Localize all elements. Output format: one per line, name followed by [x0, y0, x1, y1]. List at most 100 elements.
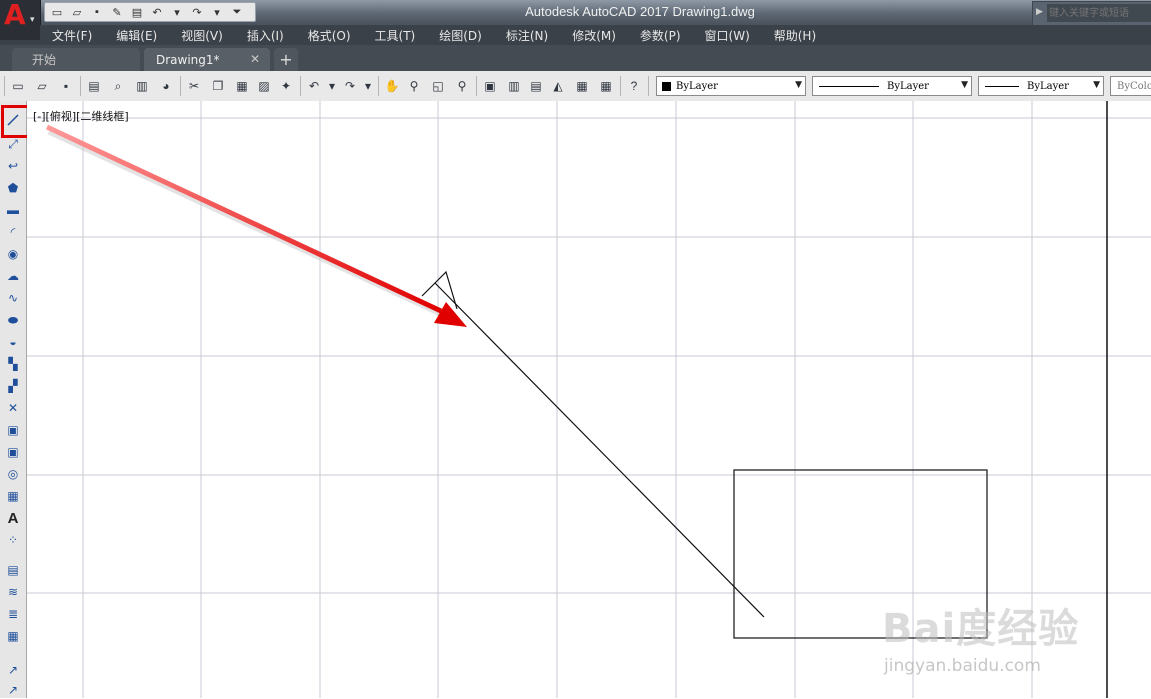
make-block-icon[interactable]: ▞ — [4, 377, 22, 395]
separator — [620, 76, 621, 96]
search-box: ▶ — [1032, 1, 1151, 26]
menu-dimension[interactable]: 标注(N) — [494, 27, 560, 44]
point-icon[interactable]: ✕ — [4, 399, 22, 417]
redo-dropdown-icon[interactable]: ▾ — [208, 4, 226, 20]
copy-icon[interactable]: ❐ — [210, 78, 226, 94]
redo-dropdown-icon[interactable]: ▾ — [360, 78, 376, 94]
undo-dropdown-icon[interactable]: ▾ — [324, 78, 340, 94]
design-center-icon[interactable]: ▥ — [506, 78, 522, 94]
hatch-icon[interactable]: ▣ — [4, 421, 22, 439]
toolbar-grip[interactable] — [4, 76, 5, 96]
zoom-window-icon[interactable]: ◱ — [430, 78, 446, 94]
layer-states-icon[interactable]: ≋ — [4, 583, 22, 601]
viewport-controls-label[interactable]: [-][俯视][二维线框] — [33, 108, 129, 124]
layer-walk-icon[interactable]: ≣ — [4, 605, 22, 623]
tab-drawing1[interactable]: Drawing1* ✕ — [144, 48, 270, 71]
multiline-text-icon[interactable]: A — [4, 509, 22, 527]
new-tab-button[interactable]: + — [274, 48, 298, 71]
menu-insert[interactable]: 插入(I) — [235, 27, 296, 44]
plot-icon[interactable]: ▤ — [128, 4, 146, 20]
rectangle-icon[interactable]: ▬ — [4, 201, 22, 219]
region-icon[interactable]: ◎ — [4, 465, 22, 483]
zoom-realtime-icon[interactable]: ⚲ — [406, 78, 422, 94]
zoom-previous-icon[interactable]: ⚲ — [454, 78, 470, 94]
redo-icon[interactable]: ↷ — [188, 4, 206, 20]
spline-icon[interactable]: ∿ — [4, 289, 22, 307]
menu-parametric[interactable]: 参数(P) — [628, 27, 693, 44]
properties-icon[interactable]: ▣ — [482, 78, 498, 94]
plot-preview-icon[interactable]: ⌕ — [110, 78, 126, 94]
match-properties-icon[interactable]: ▨ — [256, 78, 272, 94]
polyline-icon[interactable]: ↩ — [4, 157, 22, 175]
circle-icon[interactable]: ◉ — [4, 245, 22, 263]
linetype-dropdown[interactable]: ByLayer ▼ — [812, 76, 972, 96]
help-icon[interactable]: ? — [626, 78, 642, 94]
menu-format[interactable]: 格式(O) — [296, 27, 363, 44]
save-icon[interactable]: ▪ — [58, 78, 74, 94]
tool-palettes-icon[interactable]: ▤ — [528, 78, 544, 94]
new-icon[interactable]: ▭ — [10, 78, 26, 94]
file-tab-bar: 开始 Drawing1* ✕ + — [0, 45, 1151, 71]
insert-block-icon[interactable]: ▚ — [4, 355, 22, 373]
menu-tools[interactable]: 工具(T) — [363, 27, 428, 44]
watermark-sub: jingyan.baidu.com — [884, 656, 1041, 676]
undo-dropdown-icon[interactable]: ▾ — [168, 4, 186, 20]
add-selected-icon[interactable]: ⁘ — [4, 531, 22, 549]
chevron-down-icon: ▼ — [1093, 80, 1100, 90]
paste-icon[interactable]: ▦ — [234, 78, 250, 94]
layer-previous-icon[interactable]: ▦ — [4, 627, 22, 645]
undo-icon[interactable]: ↶ — [306, 78, 322, 94]
fillet-icon[interactable]: ↗ — [4, 661, 22, 679]
polygon-icon[interactable]: ⬟ — [4, 179, 22, 197]
ellipse-arc-icon[interactable]: ◒ — [4, 333, 22, 351]
block-editor-icon[interactable]: ✦ — [278, 78, 294, 94]
menu-modify[interactable]: 修改(M) — [560, 27, 628, 44]
open-icon[interactable]: ▱ — [68, 4, 86, 20]
cut-icon[interactable]: ✂ — [186, 78, 202, 94]
menu-file[interactable]: 文件(F) — [40, 27, 104, 44]
pan-icon[interactable]: ✋ — [384, 78, 400, 94]
markup-icon[interactable]: ▦ — [574, 78, 590, 94]
calculator-icon[interactable]: ▦ — [598, 78, 614, 94]
lineweight-sample — [985, 85, 1019, 87]
customize-qat-icon[interactable]: ⏷ — [228, 4, 246, 20]
undo-icon[interactable]: ↶ — [148, 4, 166, 20]
chevron-down-icon: ▾ — [30, 14, 35, 24]
chevron-down-icon: ▼ — [961, 80, 968, 90]
open-icon[interactable]: ▱ — [34, 78, 50, 94]
gradient-icon[interactable]: ▣ — [4, 443, 22, 461]
3d-print-icon[interactable]: ◕ — [158, 78, 174, 94]
table-icon[interactable]: ▦ — [4, 487, 22, 505]
menu-help[interactable]: 帮助(H) — [762, 27, 828, 44]
save-icon[interactable]: ▪ — [88, 4, 106, 20]
revision-cloud-icon[interactable]: ☁ — [4, 267, 22, 285]
save-as-icon[interactable]: ✎ — [108, 4, 126, 20]
application-menu-button[interactable]: A ▾ — [0, 0, 41, 40]
menu-draw[interactable]: 绘图(D) — [427, 27, 494, 44]
plot-icon[interactable]: ▤ — [86, 78, 102, 94]
menu-window[interactable]: 窗口(W) — [693, 27, 762, 44]
watermark-main: Bai度经验 — [882, 606, 1080, 652]
tab-start[interactable]: 开始 — [12, 48, 140, 71]
expand-arrow-icon[interactable]: ▶ — [1036, 6, 1043, 17]
sheet-set-icon[interactable]: ◭ — [550, 78, 566, 94]
ellipse-icon[interactable]: ⬬ — [4, 311, 22, 329]
search-input[interactable] — [1047, 4, 1151, 22]
quick-access-toolbar: ▭ ▱ ▪ ✎ ▤ ↶ ▾ ↷ ▾ ⏷ — [44, 2, 256, 22]
menu-edit[interactable]: 编辑(E) — [104, 27, 169, 44]
arc-icon[interactable]: ◜ — [4, 223, 22, 241]
dimension-icon[interactable]: ↗ — [4, 681, 22, 699]
color-dropdown[interactable]: ByLayer ▼ — [656, 76, 806, 96]
layer-icon[interactable]: ▤ — [4, 561, 22, 579]
publish-icon[interactable]: ▥ — [134, 78, 150, 94]
lineweight-dropdown[interactable]: ByLayer ▼ — [978, 76, 1104, 96]
new-icon[interactable]: ▭ — [48, 4, 66, 20]
menu-view[interactable]: 视图(V) — [169, 27, 235, 44]
tab-drawing1-label: Drawing1* — [156, 52, 220, 67]
close-icon[interactable]: ✕ — [250, 52, 260, 66]
plotstyle-dropdown[interactable]: ByColor — [1110, 76, 1151, 96]
drawing-canvas[interactable]: [-][俯视][二维线框] Bai度经验 jingyan.baidu.com — [27, 101, 1151, 698]
redo-icon[interactable]: ↷ — [342, 78, 358, 94]
draw-toolbar: ⤢ ↩ ⬟ ▬ ◜ ◉ ☁ ∿ ⬬ ◒ ▚ ▞ ✕ ▣ ▣ ◎ ▦ A ⁘ ▤ … — [0, 101, 27, 698]
linetype-sample — [819, 85, 879, 87]
